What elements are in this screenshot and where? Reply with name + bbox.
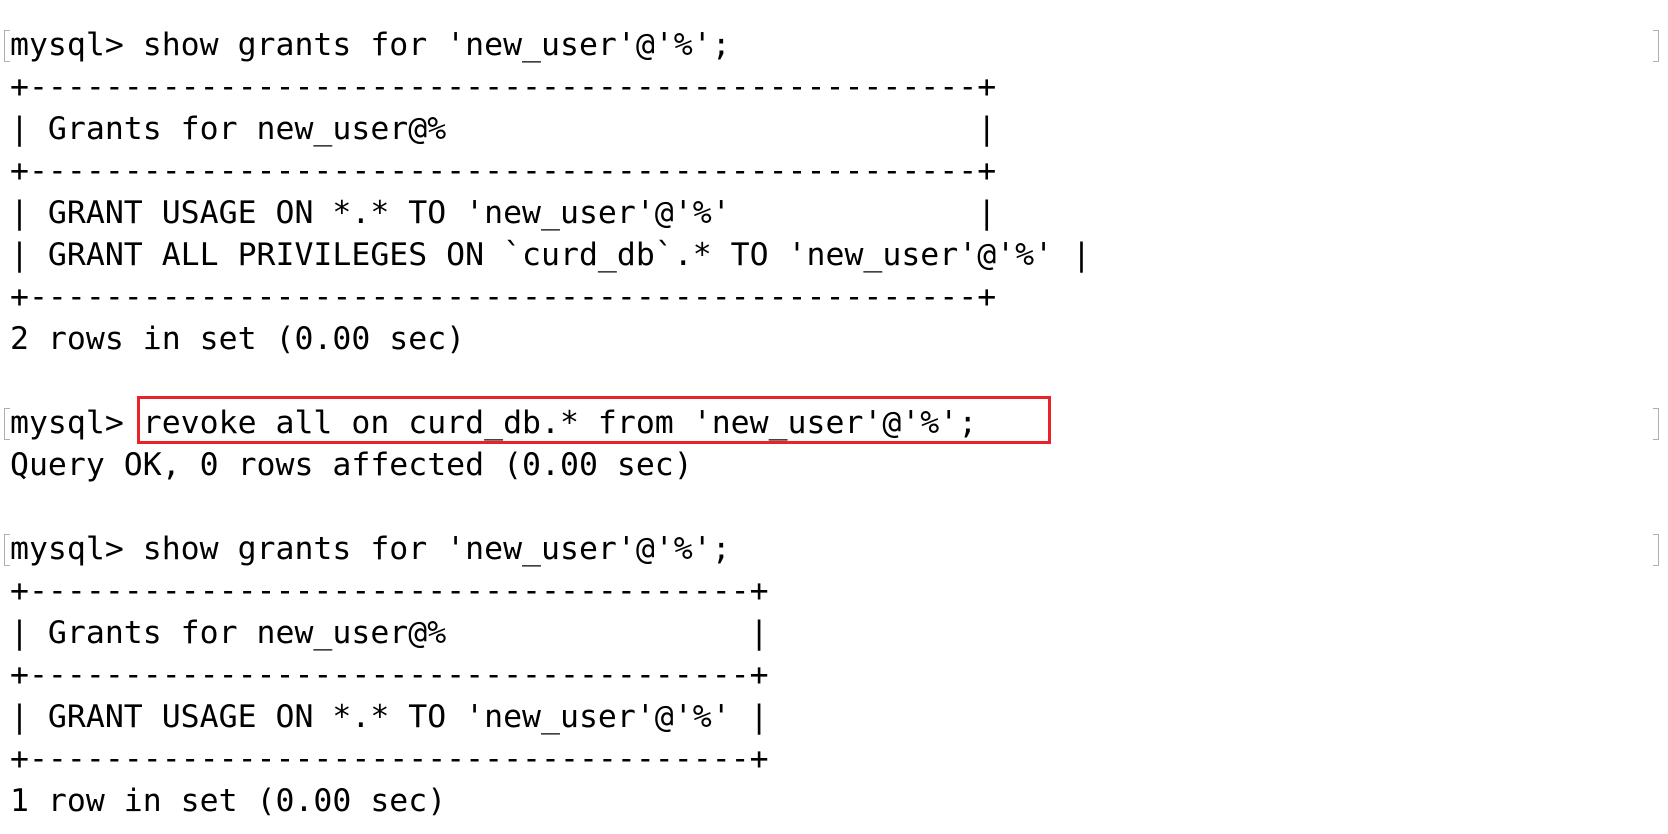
table-row: | GRANT USAGE ON *.* TO 'new_user'@'%' |	[10, 699, 769, 735]
table-row: | GRANT ALL PRIVILEGES ON `curd_db`.* TO…	[10, 237, 1091, 273]
prompt-line: mysql> revoke all on curd_db.* from 'new…	[10, 405, 978, 441]
prompt-mark-icon	[1653, 408, 1659, 440]
prompt-mark-icon	[4, 30, 10, 62]
table-border: +---------------------------------------…	[10, 279, 997, 315]
prompt-line: mysql> show grants for 'new_user'@'%';	[10, 27, 731, 63]
terminal-window[interactable]: mysql> show grants for 'new_user'@'%'; +…	[0, 0, 1668, 834]
prompt-mark-icon	[1653, 534, 1659, 566]
prompt-mark-icon	[4, 408, 10, 440]
table-header: | Grants for new_user@% |	[10, 615, 769, 651]
table-border: +--------------------------------------+	[10, 573, 769, 609]
prompt-mark-icon	[1653, 30, 1659, 62]
prompt-line: mysql> show grants for 'new_user'@'%';	[10, 531, 731, 567]
table-row: | GRANT USAGE ON *.* TO 'new_user'@'%' |	[10, 195, 997, 231]
table-border: +---------------------------------------…	[10, 153, 997, 189]
table-border: +--------------------------------------+	[10, 657, 769, 693]
query-result: Query OK, 0 rows affected (0.00 sec)	[10, 447, 693, 483]
table-border: +--------------------------------------+	[10, 741, 769, 777]
result-summary: 2 rows in set (0.00 sec)	[10, 321, 466, 357]
prompt-mark-icon	[4, 534, 10, 566]
table-border: +---------------------------------------…	[10, 69, 997, 105]
table-header: | Grants for new_user@% |	[10, 111, 997, 147]
result-summary: 1 row in set (0.00 sec)	[10, 783, 447, 819]
